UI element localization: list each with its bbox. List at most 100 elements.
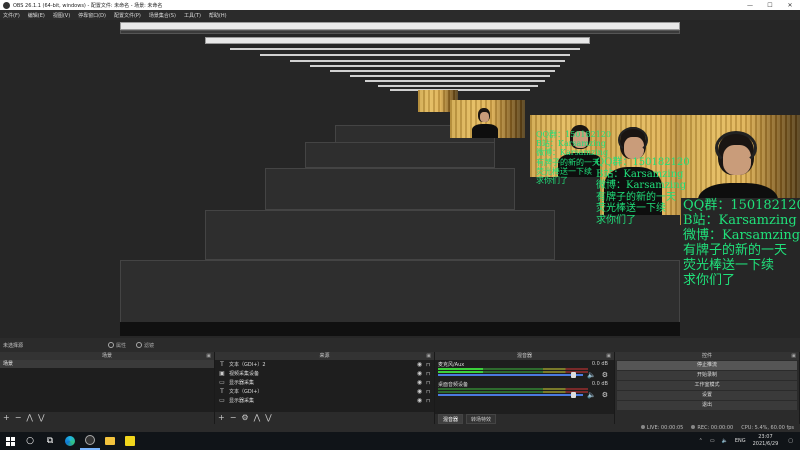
audio-meter [438, 371, 588, 373]
start-button[interactable] [0, 432, 20, 450]
volume-icon[interactable]: 🔈 [722, 438, 728, 444]
lock-icon[interactable]: ⊓ [426, 380, 430, 386]
obs-taskbar-button[interactable] [80, 432, 100, 450]
move-source-down-button[interactable]: ⋁ [265, 412, 272, 424]
edge-button[interactable] [60, 432, 80, 450]
menu-scene-collection[interactable]: 场景集合(S) [149, 12, 176, 19]
rec-time: REC: 00:00:00 [697, 425, 734, 431]
overlay-bili: B站：Karsamzing [683, 212, 797, 228]
move-scene-up-button[interactable]: ⋀ [26, 412, 33, 424]
sources-dock: 来源 ▣ T 文本（GDI+）2 ◉ ⊓ ▣ 视频采集设备 ◉ ⊓ ▭ 显示器采集 ◉ ⊓ T 文本（… [215, 352, 435, 424]
obs-app-icon [3, 1, 10, 9]
clock[interactable]: 23:07 2021/6/29 [753, 434, 779, 448]
menu-file[interactable]: 文件(F) [3, 12, 20, 19]
app-button[interactable] [120, 432, 140, 450]
filters-button[interactable]: 滤镜 [136, 342, 154, 349]
task-view-button[interactable]: ⧉ [40, 432, 60, 450]
eye-icon[interactable]: ◉ [417, 370, 422, 377]
channel-db: 0.0 dB [591, 381, 608, 387]
menu-docks[interactable]: 停靠窗口(D) [78, 12, 106, 19]
move-source-up-button[interactable]: ⋀ [254, 412, 261, 424]
tab-mixer[interactable]: 混音器 [438, 414, 464, 424]
volume-slider-thumb[interactable] [571, 392, 576, 398]
gear-icon[interactable]: ⚙ [602, 391, 608, 399]
eye-icon[interactable]: ◉ [417, 397, 422, 404]
source-label: 文本（GDI+）2 [229, 362, 266, 368]
system-tray: ⌃ ▭ 🔈 ENG 23:07 2021/6/29 ▢ [699, 434, 800, 448]
nested-stack-bar [290, 60, 565, 62]
preview-canvas[interactable]: QQ群：150182120 B站：Karsamzing 微博：Karsamzin… [0, 20, 800, 338]
app-icon [125, 436, 135, 446]
exit-button[interactable]: 退出 [617, 401, 797, 410]
start-recording-button[interactable]: 开始录制 [617, 371, 797, 380]
network-icon[interactable]: ▭ [710, 438, 715, 444]
webcam-frame-nested-3 [450, 100, 525, 138]
menu-bar: 文件(F) 编辑(E) 视图(V) 停靠窗口(D) 配置文件(P) 场景集合(S… [0, 10, 800, 20]
nested-window-2 [205, 37, 590, 44]
search-button[interactable]: ○ [20, 432, 40, 450]
scenes-title: 场景 [101, 353, 112, 359]
windows-taskbar: ○ ⧉ ⌃ ▭ 🔈 ENG 23:07 2021/6/29 ▢ [0, 432, 800, 450]
menu-help[interactable]: 帮助(H) [209, 12, 227, 19]
lock-icon[interactable]: ⊓ [426, 389, 430, 395]
ime-lang[interactable]: ENG [735, 438, 746, 444]
overlay-line2-mid: 荧光棒送一下续 [596, 203, 666, 214]
remove-scene-button[interactable]: − [15, 412, 22, 424]
source-label: 文本（GDI+） [229, 389, 263, 395]
gear-icon[interactable]: ⚙ [602, 371, 608, 379]
remove-source-button[interactable]: − [230, 412, 237, 424]
stop-streaming-button[interactable]: 停止推流 [617, 361, 797, 370]
chevron-up-icon[interactable]: ⌃ [699, 438, 703, 444]
float-icon[interactable]: ▣ [791, 352, 796, 360]
lock-icon[interactable]: ⊓ [426, 398, 430, 404]
nested-dock-level-3 [205, 210, 555, 260]
scenes-footer: + − ⋀ ⋁ [0, 412, 214, 424]
close-button[interactable]: ✕ [780, 2, 800, 9]
menu-profile[interactable]: 配置文件(P) [114, 12, 141, 19]
settings-button[interactable]: 设置 [617, 391, 797, 400]
volume-slider[interactable] [438, 374, 583, 376]
cpu-status: CPU: 5.4%, 60.00 fps [741, 425, 794, 431]
source-item[interactable]: T 文本（GDI+）2 ◉ ⊓ [215, 360, 434, 369]
properties-button[interactable]: 属性 [108, 342, 126, 349]
tab-transitions[interactable]: 转场特效 [466, 414, 497, 424]
add-scene-button[interactable]: + [3, 412, 10, 424]
eye-icon[interactable]: ◉ [417, 379, 422, 386]
float-icon[interactable]: ▣ [426, 352, 431, 360]
menu-edit[interactable]: 编辑(E) [28, 12, 45, 19]
sources-footer: + − ⚙ ⋀ ⋁ [215, 412, 434, 424]
overlay-qq: QQ群：150182120 [683, 198, 800, 213]
text-source-icon: T [220, 388, 224, 395]
scene-item[interactable]: 场景 [0, 360, 214, 368]
source-item[interactable]: T 文本（GDI+） ◉ ⊓ [215, 387, 434, 396]
minimize-button[interactable]: — [740, 2, 760, 9]
channel-db: 0.0 dB [591, 361, 608, 367]
speaker-icon[interactable]: 🔈 [587, 391, 596, 399]
menu-view[interactable]: 视图(V) [53, 12, 70, 19]
lock-icon[interactable]: ⊓ [426, 371, 430, 377]
move-scene-down-button[interactable]: ⋁ [38, 412, 45, 424]
source-item[interactable]: ▭ 显示器采集 ◉ ⊓ [215, 396, 434, 405]
notification-icon[interactable]: ▢ [788, 438, 793, 444]
volume-slider[interactable] [438, 394, 583, 396]
volume-slider-thumb[interactable] [571, 372, 576, 378]
controls-title: 控件 [701, 353, 712, 359]
mixer-channel-mic: 麦克风/Aux 0.0 dB 🔈 ⚙ [435, 360, 614, 380]
lock-icon[interactable]: ⊓ [426, 362, 430, 368]
maximize-button[interactable]: ☐ [760, 2, 780, 9]
add-source-button[interactable]: + [218, 412, 225, 424]
window-titlebar: OBS 26.1.1 (64-bit, windows) - 配置文件: 未命名… [0, 0, 800, 10]
menu-tools[interactable]: 工具(T) [184, 12, 201, 19]
speaker-icon[interactable]: 🔈 [587, 371, 596, 379]
source-item[interactable]: ▣ 视频采集设备 ◉ ⊓ [215, 369, 434, 378]
explorer-button[interactable] [100, 432, 120, 450]
studio-mode-button[interactable]: 工作室模式 [617, 381, 797, 390]
eye-icon[interactable]: ◉ [417, 361, 422, 368]
float-icon[interactable]: ▣ [206, 352, 211, 360]
source-item[interactable]: ▭ 显示器采集 ◉ ⊓ [215, 378, 434, 387]
monitor-source-icon: ▭ [219, 379, 225, 386]
float-icon[interactable]: ▣ [606, 352, 611, 360]
eye-icon[interactable]: ◉ [417, 388, 422, 395]
nested-stack-bar [365, 80, 545, 82]
source-settings-button[interactable]: ⚙ [241, 412, 248, 424]
